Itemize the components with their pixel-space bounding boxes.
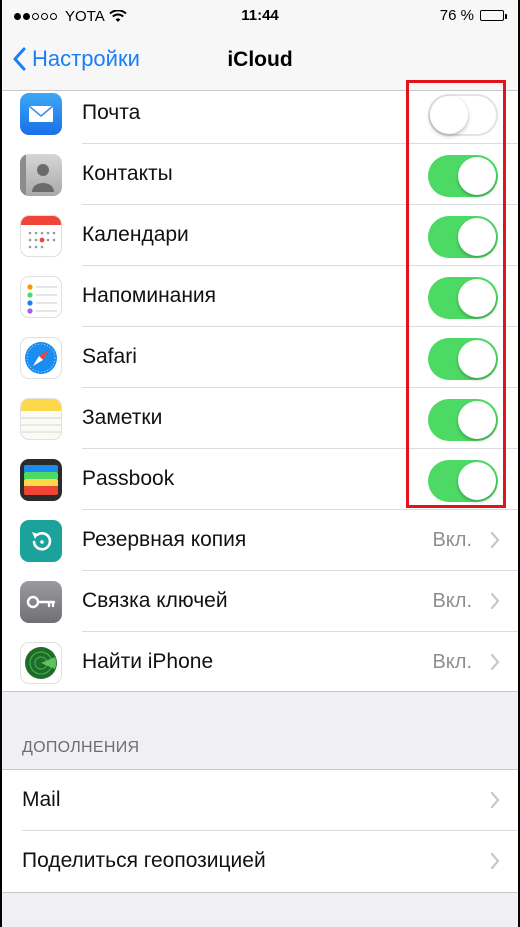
battery-icon bbox=[480, 10, 507, 21]
list-item-reminders: Напоминания bbox=[2, 266, 518, 327]
list-item-label: Заметки bbox=[82, 406, 163, 429]
list-item-keychain[interactable]: Связка ключей Вкл. bbox=[2, 571, 518, 632]
list-item-mail: Почта bbox=[2, 83, 518, 144]
safari-toggle[interactable] bbox=[428, 338, 498, 380]
contacts-icon bbox=[20, 154, 62, 196]
list-item-share-location[interactable]: Поделиться геопозицией bbox=[2, 831, 518, 892]
calendars-toggle[interactable] bbox=[428, 216, 498, 258]
list-item-backup[interactable]: Резервная копия Вкл. bbox=[2, 510, 518, 571]
list-item-passbook: Passbook bbox=[2, 449, 518, 510]
list-item-label: Safari bbox=[82, 345, 137, 368]
list-item-notes: Заметки bbox=[2, 388, 518, 449]
list-item-calendars: Календари bbox=[2, 205, 518, 266]
list-item-label: Найти iPhone bbox=[82, 650, 214, 673]
list-item-label: Passbook bbox=[82, 467, 175, 490]
list-item-safari: Safari bbox=[2, 327, 518, 388]
passbook-toggle[interactable] bbox=[428, 460, 498, 502]
calendar-icon bbox=[20, 215, 62, 257]
list-item-mail-settings[interactable]: Mail bbox=[2, 770, 518, 831]
list-item-contacts: Контакты bbox=[2, 144, 518, 205]
list-item-find-iphone[interactable]: Найти iPhone Вкл. bbox=[2, 632, 518, 693]
chevron-right-icon bbox=[490, 852, 500, 870]
chevron-right-icon bbox=[490, 791, 500, 809]
list-item-label: Связка ключей bbox=[82, 589, 228, 612]
mail-toggle[interactable] bbox=[428, 94, 498, 136]
find-iphone-icon bbox=[20, 642, 62, 684]
status-value: Вкл. bbox=[432, 651, 472, 673]
reminders-toggle[interactable] bbox=[428, 277, 498, 319]
safari-icon bbox=[20, 337, 62, 379]
page-title: iCloud bbox=[227, 48, 293, 71]
list-item-label: Календари bbox=[82, 223, 189, 246]
backup-icon bbox=[20, 520, 62, 562]
list-item-label: Mail bbox=[22, 788, 61, 811]
contacts-toggle[interactable] bbox=[428, 155, 498, 197]
battery-percentage: 76 % bbox=[439, 7, 474, 24]
list-item-label: Поделиться геопозицией bbox=[22, 849, 266, 872]
status-bar: YOTA 11:44 76 % bbox=[2, 0, 518, 32]
list-item-label: Резервная копия bbox=[82, 528, 247, 551]
status-value: Вкл. bbox=[432, 590, 472, 612]
list-item-label: Напоминания bbox=[82, 284, 217, 307]
top-bar: YOTA 11:44 76 % Настройки iCloud bbox=[2, 0, 518, 91]
list-item-label: Контакты bbox=[82, 162, 173, 185]
chevron-right-icon bbox=[490, 531, 500, 549]
mail-icon bbox=[20, 93, 62, 135]
chevron-right-icon bbox=[490, 653, 500, 671]
notes-toggle[interactable] bbox=[428, 399, 498, 441]
list-item-label: Почта bbox=[82, 101, 141, 124]
chevron-right-icon bbox=[490, 592, 500, 610]
status-value: Вкл. bbox=[432, 529, 472, 551]
navigation-bar: Настройки iCloud bbox=[2, 32, 518, 88]
reminders-icon bbox=[20, 276, 62, 318]
icloud-apps-list: Почта Контакты Календари Напоминания Saf… bbox=[2, 91, 518, 691]
battery-area: 76 % bbox=[439, 7, 507, 24]
section-header-extras: ДОПОЛНЕНИЯ bbox=[22, 739, 140, 756]
passbook-icon bbox=[20, 459, 62, 501]
notes-icon bbox=[20, 398, 62, 440]
icloud-settings-screen: YOTA 11:44 76 % Настройки iCloud Почта К… bbox=[2, 0, 518, 927]
keychain-icon bbox=[20, 581, 62, 623]
extras-list: Mail Поделиться геопозицией bbox=[2, 769, 518, 893]
section-gap bbox=[2, 691, 518, 770]
